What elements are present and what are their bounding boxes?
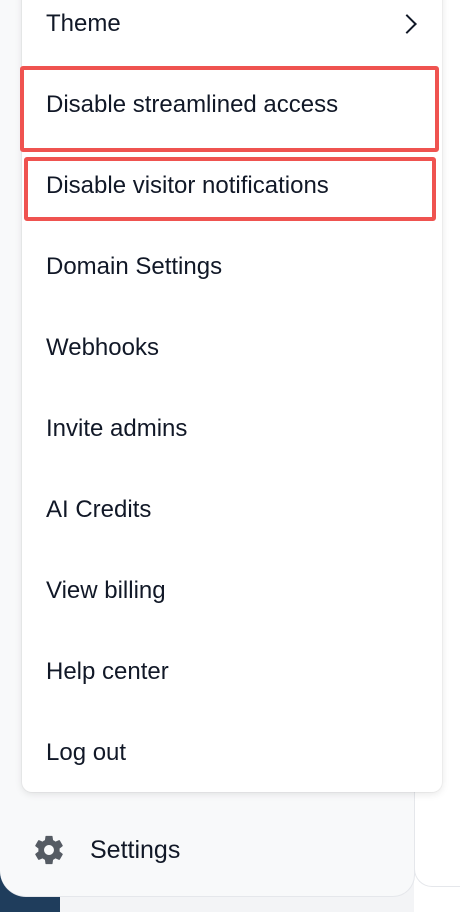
gear-icon [35,835,63,865]
menu-item-disable-streamlined-access[interactable]: Disable streamlined access [22,65,442,145]
menu-item-label: Webhooks [46,334,159,361]
menu-item-view-billing[interactable]: View billing [22,551,442,631]
menu-item-theme[interactable]: Theme [22,0,442,64]
menu-item-help-center[interactable]: Help center [22,632,442,712]
menu-item-label: Invite admins [46,415,188,442]
chevron-right-icon [397,14,417,34]
menu-item-label: Disable visitor notifications [46,172,329,199]
menu-item-label: View billing [46,577,166,604]
menu-item-invite-admins[interactable]: Invite admins [22,389,442,469]
account-menu: Theme Disable streamlined access Disable… [22,0,442,792]
menu-item-label: Help center [46,658,169,685]
menu-item-label: Theme [46,10,121,37]
menu-item-webhooks[interactable]: Webhooks [22,308,442,388]
sidebar-item-label: Settings [90,835,181,864]
menu-item-label: Log out [46,739,127,766]
menu-item-label: Domain Settings [46,253,223,280]
sidebar-item-settings[interactable]: Settings [32,828,180,872]
menu-item-label: AI Credits [46,496,152,523]
menu-item-log-out[interactable]: Log out [22,713,442,793]
menu-item-domain-settings[interactable]: Domain Settings [22,227,442,307]
main-content-card [414,780,460,887]
menu-item-ai-credits[interactable]: AI Credits [22,470,442,550]
menu-item-label: Disable streamlined access [46,91,339,118]
menu-item-disable-visitor-notifications[interactable]: Disable visitor notifications [22,146,442,226]
